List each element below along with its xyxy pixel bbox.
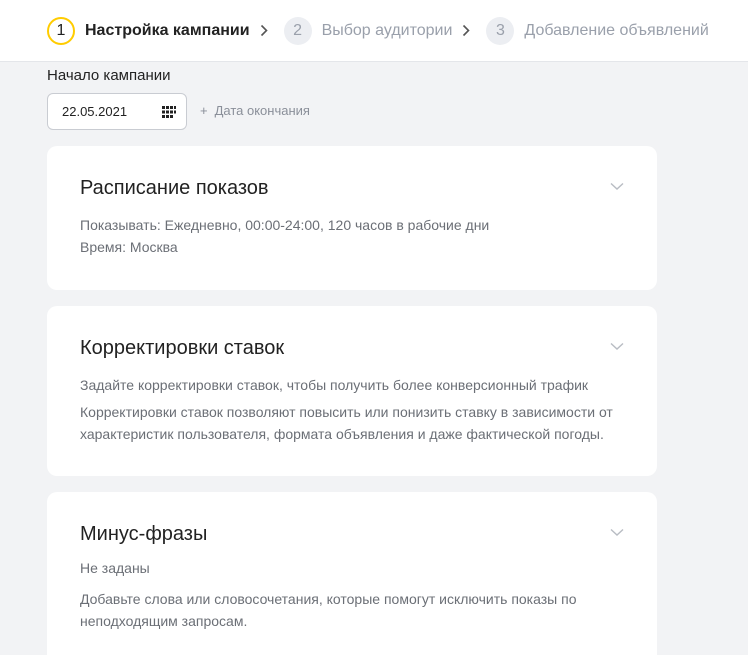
chevron-down-icon[interactable] (610, 182, 624, 191)
calendar-icon[interactable] (162, 106, 176, 118)
wizard-stepper: 1 Настройка кампании 2 Выбор аудитории 3… (0, 0, 748, 62)
card-title: Минус-фразы (80, 523, 208, 545)
schedule-card[interactable]: Расписание показов Показывать: Ежедневно… (47, 146, 657, 290)
step-label: Добавление объявлений (524, 21, 709, 39)
start-date-value: 22.05.2021 (62, 104, 128, 119)
card-text: Корректировки ставок позволяют повысить … (80, 404, 613, 442)
step-campaign-settings[interactable]: 1 Настройка кампании (47, 16, 250, 45)
step-audience[interactable]: 2 Выбор аудитории (283, 16, 453, 45)
step-label: Настройка кампании (85, 21, 250, 39)
chevron-right-icon (260, 24, 272, 38)
campaign-start-label: Начало кампании (47, 67, 171, 84)
step-number: 3 (486, 16, 515, 45)
end-date-label: Дата окончания (214, 103, 310, 118)
card-text: Время: Москва (80, 239, 178, 255)
chevron-right-icon (462, 24, 474, 38)
step-ads[interactable]: 3 Добавление объявлений (486, 16, 709, 45)
start-date-field[interactable]: 22.05.2021 (47, 93, 187, 130)
chevron-down-icon[interactable] (610, 528, 624, 537)
add-end-date-button[interactable]: + Дата окончания (200, 103, 310, 118)
step-label: Выбор аудитории (321, 21, 453, 39)
card-text: Показывать: Ежедневно, 00:00-24:00, 120 … (80, 217, 490, 233)
negative-keywords-card[interactable]: Минус-фразы Не заданы Добавьте слова или… (47, 492, 657, 655)
chevron-down-icon[interactable] (610, 342, 624, 351)
plus-icon: + (200, 103, 208, 118)
bid-adjustments-card[interactable]: Корректировки ставок Задайте корректиров… (47, 306, 657, 476)
step-number: 2 (283, 16, 312, 45)
card-text: Добавьте слова или словосочетания, котор… (80, 591, 577, 629)
step-number: 1 (47, 16, 75, 45)
card-title: Расписание показов (80, 177, 269, 199)
card-title: Корректировки ставок (80, 337, 285, 359)
card-text: Не заданы (80, 560, 150, 576)
card-text: Задайте корректировки ставок, чтобы полу… (80, 377, 589, 393)
